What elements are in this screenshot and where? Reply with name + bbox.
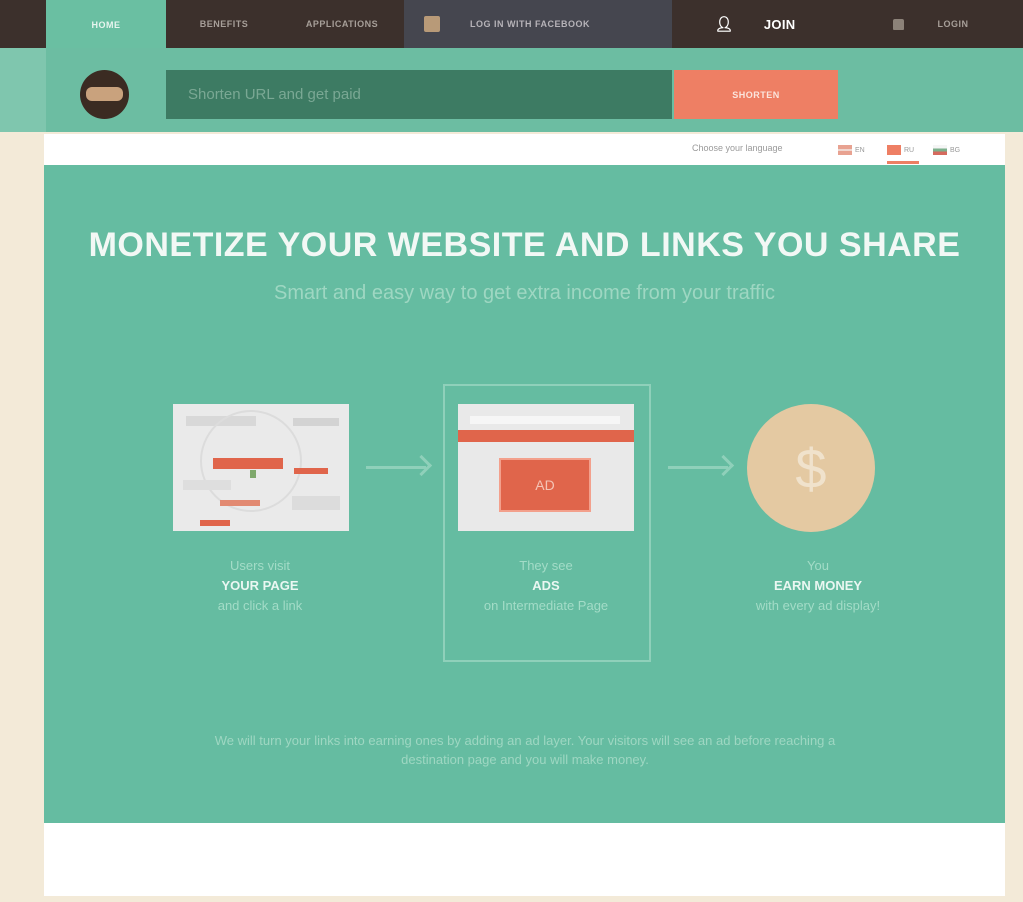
shorten-url-input[interactable] xyxy=(166,70,672,119)
join-label: JOIN xyxy=(763,16,796,32)
language-ru-label: RU xyxy=(904,146,915,154)
language-bg-label: BG xyxy=(950,146,961,154)
hero-title: MONETIZE YOUR WEBSITE AND LINKS YOU SHAR… xyxy=(88,226,961,264)
illustration-browser-bar xyxy=(470,416,620,424)
flag-ru-icon xyxy=(887,145,901,155)
lock-icon xyxy=(892,18,904,30)
nav-applications-label: APPLICATIONS xyxy=(305,19,379,29)
language-label: Choose your language xyxy=(692,143,783,153)
add-user-icon: 👤︎ xyxy=(714,16,734,33)
flag-bg-icon xyxy=(933,145,947,155)
caption-bold: EARN MONEY xyxy=(773,578,863,593)
avatar-face xyxy=(86,87,123,101)
caption-text: and click a link xyxy=(217,598,303,613)
illustration-block xyxy=(183,480,231,490)
facebook-login-button[interactable]: LOG IN WITH FACEBOOK xyxy=(404,0,672,48)
avatar[interactable] xyxy=(80,70,129,119)
login-label: LOGIN xyxy=(937,19,969,29)
illustration-block xyxy=(293,418,339,426)
caption-text: Users visit xyxy=(230,558,290,573)
shorten-button[interactable]: SHORTEN xyxy=(674,70,838,119)
step-2-caption: They see ADS on Intermediate Page xyxy=(456,556,636,616)
ad-illustration: AD xyxy=(499,458,591,512)
join-button[interactable]: 👤︎ JOIN xyxy=(672,0,838,48)
hero-subtitle: Smart and easy way to get extra income f… xyxy=(274,282,775,304)
nav-benefits[interactable]: BENEFITS xyxy=(168,0,280,48)
illustration-link xyxy=(220,500,260,506)
language-en-label: EN xyxy=(855,146,865,154)
illustration-block xyxy=(292,496,340,510)
step-3-caption: You EARN MONEY with every ad display! xyxy=(728,556,908,616)
caption-bold: ADS xyxy=(532,578,560,593)
cursor-icon xyxy=(250,470,256,478)
selected-language-indicator xyxy=(887,161,919,164)
illustration-link xyxy=(200,520,230,526)
caption-bold: YOUR PAGE xyxy=(221,578,299,593)
language-en[interactable]: EN xyxy=(838,144,868,156)
nav-home[interactable]: HOME xyxy=(46,0,166,50)
hero-description: We will turn your links into earning one… xyxy=(214,733,836,767)
step-1-caption: Users visit YOUR PAGE and click a link xyxy=(170,556,350,616)
illustration-ad-bar xyxy=(458,430,634,442)
facebook-login-label: LOG IN WITH FACEBOOK xyxy=(470,19,590,29)
caption-text: with every ad display! xyxy=(755,598,881,613)
flag-en-icon xyxy=(838,145,852,155)
caption-text: They see xyxy=(519,558,573,573)
nav-home-label: HOME xyxy=(91,20,121,30)
language-bg[interactable]: BG xyxy=(933,144,963,156)
nav-applications[interactable]: APPLICATIONS xyxy=(282,0,402,48)
caption-text: You xyxy=(807,558,829,573)
band-side xyxy=(0,48,46,132)
language-ru[interactable]: RU xyxy=(887,144,917,156)
illustration-link xyxy=(294,468,328,474)
dollar-coin-icon: $ xyxy=(747,404,875,532)
illustration-link xyxy=(213,458,283,469)
caption-text: on Intermediate Page xyxy=(483,598,609,613)
nav-benefits-label: BENEFITS xyxy=(199,19,249,29)
facebook-icon xyxy=(424,16,440,32)
login-button[interactable]: LOGIN xyxy=(838,0,1023,48)
